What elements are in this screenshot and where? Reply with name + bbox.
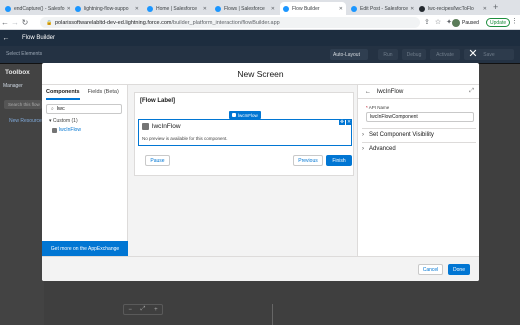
run-button[interactable]: Run <box>378 49 398 60</box>
activate-button[interactable]: Activate <box>430 49 460 60</box>
more-menu-icon[interactable]: ⋮ <box>511 17 518 25</box>
modal-close-icon[interactable]: ✕ <box>467 48 479 60</box>
back-arrow-icon[interactable]: ← <box>365 89 371 95</box>
close-icon[interactable]: ✕ <box>408 6 414 12</box>
modal-footer: Cancel Done <box>42 256 479 281</box>
browser-tab[interactable]: endCapture() - Salesfo ✕ <box>2 2 70 15</box>
share-icon[interactable]: ⇪ <box>424 18 430 26</box>
auto-layout-select[interactable]: Auto-Layout <box>330 49 368 60</box>
section-component-visibility[interactable]: › Set Component Visibility <box>362 128 476 141</box>
tab-components[interactable]: Components <box>46 88 80 100</box>
properties-header: ← lwcInFlow ⤢ <box>358 85 479 99</box>
chevron-right-icon: › <box>362 132 364 138</box>
browser-toolbar: ← → ↻ 🔒 polarissoftwarelabltd-dev-ed.lig… <box>0 15 520 30</box>
salesforce-icon <box>283 5 289 12</box>
custom-component-icon <box>52 127 57 133</box>
avatar <box>452 18 460 27</box>
component-search-input[interactable]: ⌕ lwc <box>46 104 122 114</box>
previous-button[interactable]: Previous <box>293 155 323 166</box>
browser-tab[interactable]: lwc-recipes/lwcToFlo ✕ <box>416 2 490 15</box>
close-icon[interactable]: ✕ <box>481 6 487 12</box>
component-palette: Components Fields (Beta) ⌕ lwc ▾ Custom … <box>42 85 128 256</box>
close-icon[interactable]: ✕ <box>133 6 139 12</box>
custom-component-icon <box>232 113 236 117</box>
browser-tab[interactable]: Flows | Salesforce ✕ <box>212 2 278 15</box>
component-title: lwcInFlow <box>152 123 181 130</box>
update-button[interactable]: Update <box>486 18 511 27</box>
no-preview-text: No preview is available for this compone… <box>142 136 228 141</box>
fit-icon[interactable]: ⤢ <box>141 306 146 313</box>
salesforce-icon <box>147 5 153 12</box>
zoom-controls: − ⤢ + <box>123 304 163 315</box>
component-item-lwcinflow[interactable]: lwcInFlow <box>52 127 81 133</box>
browser-tab-strip: endCapture() - Salesfo ✕ lightning-flow-s… <box>0 0 520 15</box>
lock-icon: 🔒 <box>46 20 53 26</box>
pause-button[interactable]: Pause <box>145 155 170 166</box>
selected-component-badge: lwcInFlow <box>229 111 261 119</box>
search-icon: ⌕ <box>51 106 54 112</box>
back-arrow-icon[interactable]: ← <box>0 35 12 42</box>
api-name-input[interactable]: lwcInFlowComponent <box>366 112 474 122</box>
toolbox-panel: Toolbox Manager Search this flow New Res… <box>0 64 44 325</box>
section-advanced[interactable]: › Advanced <box>362 142 476 155</box>
zoom-out-icon[interactable]: − <box>128 307 132 313</box>
forward-arrow-icon[interactable]: → <box>10 18 20 27</box>
toolbox-title: Toolbox <box>5 69 30 76</box>
salesforce-icon <box>351 5 357 12</box>
app-title: Flow Builder <box>22 35 56 41</box>
zoom-in-icon[interactable]: + <box>154 307 158 313</box>
url-host: polarissoftwarelabltd-dev-ed.lightning.f… <box>55 19 172 26</box>
appexchange-link[interactable]: Get more on the AppExchange <box>42 241 128 256</box>
browser-tab-active[interactable]: Flow Builder ✕ <box>280 2 346 15</box>
close-icon[interactable]: ✕ <box>269 6 275 12</box>
profile-button[interactable]: Paused <box>452 18 479 27</box>
manager-tab[interactable]: Manager <box>3 83 23 89</box>
salesforce-icon <box>215 5 221 12</box>
screen-canvas: [Flow Label] lwcInFlow ✥ ✕ lwcInFlow No … <box>128 85 357 256</box>
tab-fields-beta[interactable]: Fields (Beta) <box>88 88 119 100</box>
browser-tab[interactable]: lightning-flow-suppo ✕ <box>72 2 142 15</box>
properties-panel: ← lwcInFlow ⤢ * API Name lwcInFlowCompon… <box>357 85 479 256</box>
browser-tab[interactable]: Home | Salesforce ✕ <box>144 2 210 15</box>
properties-title: lwcInFlow <box>377 88 404 95</box>
new-tab-icon[interactable]: + <box>493 3 498 12</box>
close-icon[interactable]: ✕ <box>65 6 70 12</box>
salesforce-icon <box>5 5 11 12</box>
url-path: /builder_platform_interaction/flowBuilde… <box>171 19 280 26</box>
api-name-label: * API Name <box>366 105 390 110</box>
flow-builder-toolbar: Select Elements Auto-Layout Run Debug Ac… <box>0 46 520 64</box>
close-icon[interactable]: ✕ <box>337 6 343 12</box>
new-resource-button[interactable]: New Resource <box>9 118 42 124</box>
chevron-right-icon: › <box>362 146 364 152</box>
debug-button[interactable]: Debug <box>402 49 426 60</box>
expand-icon[interactable]: ⤢ <box>469 88 474 95</box>
flow-connector <box>272 304 273 325</box>
done-button[interactable]: Done <box>448 264 470 275</box>
address-bar[interactable]: 🔒 polarissoftwarelabltd-dev-ed.lightning… <box>40 17 420 28</box>
flow-search-input[interactable]: Search this flow <box>4 100 42 109</box>
screen-card: [Flow Label] lwcInFlow ✥ ✕ lwcInFlow No … <box>134 92 354 176</box>
reload-icon[interactable]: ↻ <box>20 18 30 27</box>
select-elements-button[interactable]: Select Elements <box>6 51 42 57</box>
custom-component-icon <box>142 123 149 130</box>
github-icon <box>419 5 425 12</box>
custom-group-toggle[interactable]: ▾ Custom (1) <box>49 118 78 124</box>
back-arrow-icon[interactable]: ← <box>0 18 10 27</box>
finish-button[interactable]: Finish <box>326 155 352 166</box>
flow-builder-header: ← Flow Builder <box>0 30 520 46</box>
browser-tab[interactable]: Edit Post - Salesforce ✕ <box>348 2 414 15</box>
flow-label: [Flow Label] <box>140 98 175 104</box>
cancel-button[interactable]: Cancel <box>418 264 443 275</box>
delete-icon[interactable]: ✕ <box>346 119 352 125</box>
salesforce-icon <box>75 5 81 12</box>
bookmark-star-icon[interactable]: ☆ <box>435 18 441 26</box>
modal-title: New Screen <box>42 63 479 85</box>
move-icon[interactable]: ✥ <box>339 119 345 125</box>
new-screen-modal: New Screen Components Fields (Beta) ⌕ lw… <box>42 63 479 281</box>
close-icon[interactable]: ✕ <box>201 6 207 12</box>
component-lwcinflow[interactable]: ✥ ✕ lwcInFlow No preview is available fo… <box>138 119 352 146</box>
